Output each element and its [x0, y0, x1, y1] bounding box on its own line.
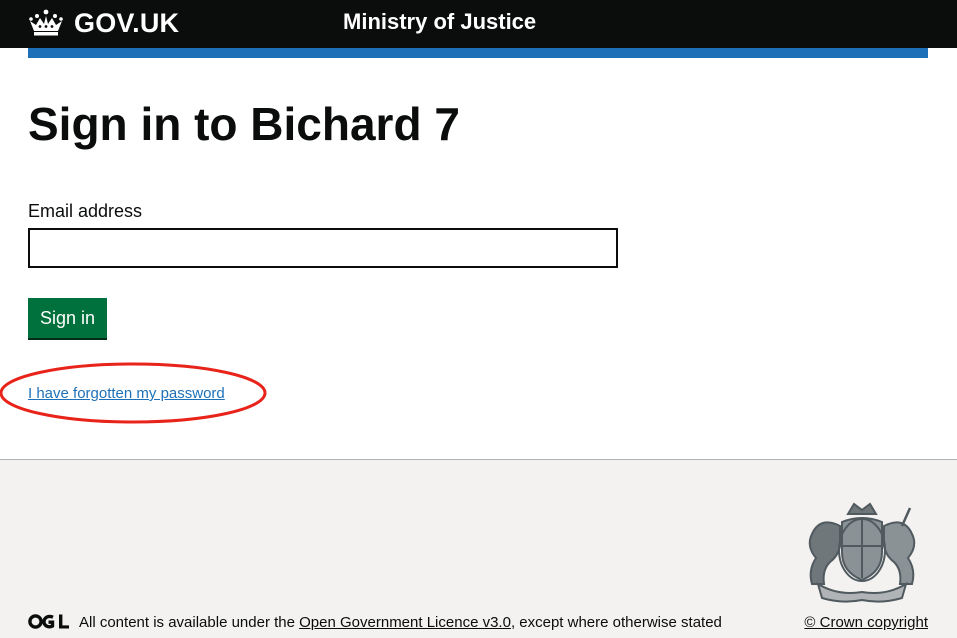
- page-title: Sign in to Bichard 7: [28, 98, 460, 150]
- govuk-logo-text: GOV.UK: [74, 7, 180, 38]
- email-label: Email address: [28, 201, 143, 221]
- site-footer: All content is available under the Open …: [0, 459, 957, 638]
- licence-suffix: , except where otherwise stated: [510, 614, 722, 631]
- licence-text: All content is available under the Open …: [79, 613, 722, 633]
- site-header: GOV.UK Ministry of Justice: [0, 0, 957, 48]
- forgot-password-link[interactable]: I have forgotten my password: [28, 384, 225, 404]
- sign-in-button[interactable]: Sign in: [28, 298, 107, 338]
- royal-coat-of-arms-icon: [808, 502, 916, 603]
- open-government-licence-icon: [28, 614, 69, 629]
- header-accent-bar: [28, 48, 928, 58]
- crown-copyright-link[interactable]: © Crown copyright: [804, 613, 928, 633]
- service-name-link[interactable]: Ministry of Justice: [343, 9, 536, 35]
- crown-icon: [29, 9, 63, 36]
- open-government-licence-link[interactable]: Open Government Licence v3.0: [299, 614, 511, 631]
- email-field[interactable]: [28, 228, 618, 268]
- licence-prefix: All content is available under the: [79, 614, 300, 631]
- govuk-logo-link[interactable]: GOV.UK: [28, 8, 179, 38]
